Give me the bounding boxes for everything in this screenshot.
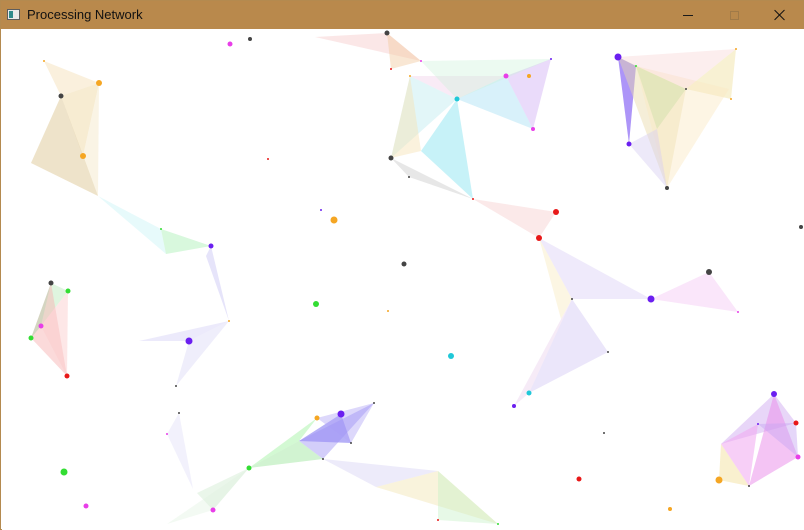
network-node [228,320,230,322]
network-node [60,468,68,476]
network-triangle [167,413,193,489]
network-node [526,390,532,396]
network-node [166,433,168,435]
close-icon [774,9,786,21]
network-node [160,228,162,230]
network-node [322,458,324,460]
network-node [408,176,410,178]
network-node [503,73,509,79]
network-node [454,96,460,102]
network-node [603,432,605,434]
network-node [313,301,319,307]
network-node [208,243,214,249]
network-node [647,295,655,303]
network-node [320,209,322,211]
network-node [715,476,723,484]
network-node [795,454,801,460]
network-node [409,75,411,77]
network-node [267,158,269,160]
network-node [665,186,669,190]
network-triangle [206,246,229,321]
maximize-icon [729,10,739,20]
network-node [799,225,803,229]
network-triangle [473,199,556,238]
network-node [96,80,102,86]
network-node [388,155,394,161]
network-node [178,412,180,414]
network-node [576,476,582,482]
window-title: Processing Network [27,7,143,22]
network-graphic [28,30,803,525]
network-node [330,216,338,224]
network-triangle [387,33,421,69]
network-node [668,507,672,511]
close-button[interactable] [757,1,803,29]
network-node [771,391,777,397]
network-node [706,269,712,275]
network-node [227,41,233,47]
network-node [614,53,622,61]
network-node [757,423,759,425]
network-node [65,288,71,294]
network-node [472,198,474,200]
network-node [43,60,45,62]
network-node [420,60,422,62]
network-node [437,519,439,521]
network-node [384,30,390,36]
network-node [373,402,375,404]
network-node [64,373,70,379]
network-node [28,335,34,341]
network-node [737,311,739,313]
app-icon [7,9,20,20]
network-node [635,65,637,67]
network-node [793,420,799,426]
network-node [527,74,531,78]
minimize-button[interactable] [665,1,711,29]
network-node [512,404,516,408]
network-triangle [161,229,211,254]
network-node [175,385,177,387]
network-node [730,98,732,100]
network-node [350,442,352,444]
network-node [607,351,609,353]
network-triangle [98,196,166,254]
network-node [748,485,750,487]
network-node [531,127,535,131]
network-node [390,68,392,70]
network-triangle [529,299,608,393]
network-node [185,337,193,345]
network-node [246,465,252,471]
network-node [685,88,687,90]
network-node [387,310,389,312]
network-node [83,503,89,509]
network-node [401,261,407,267]
network-node [248,37,252,41]
network-node [38,323,44,329]
network-node [210,507,216,513]
network-node [48,280,54,286]
network-node [550,58,552,60]
app-window: Processing Network [0,0,804,530]
network-node [536,235,542,241]
network-triangle [438,471,498,524]
network-triangle [651,272,738,312]
network-node [448,353,454,359]
network-node [58,93,64,99]
minimize-icon [683,14,693,16]
network-node [337,410,345,418]
network-node [314,415,320,421]
network-node [571,298,573,300]
network-node [735,48,737,50]
network-node [80,153,86,159]
network-canvas[interactable] [2,29,804,530]
maximize-button[interactable] [711,1,757,29]
network-node [497,523,499,525]
network-node [553,209,559,215]
network-node [626,141,632,147]
title-bar[interactable]: Processing Network [1,1,803,29]
